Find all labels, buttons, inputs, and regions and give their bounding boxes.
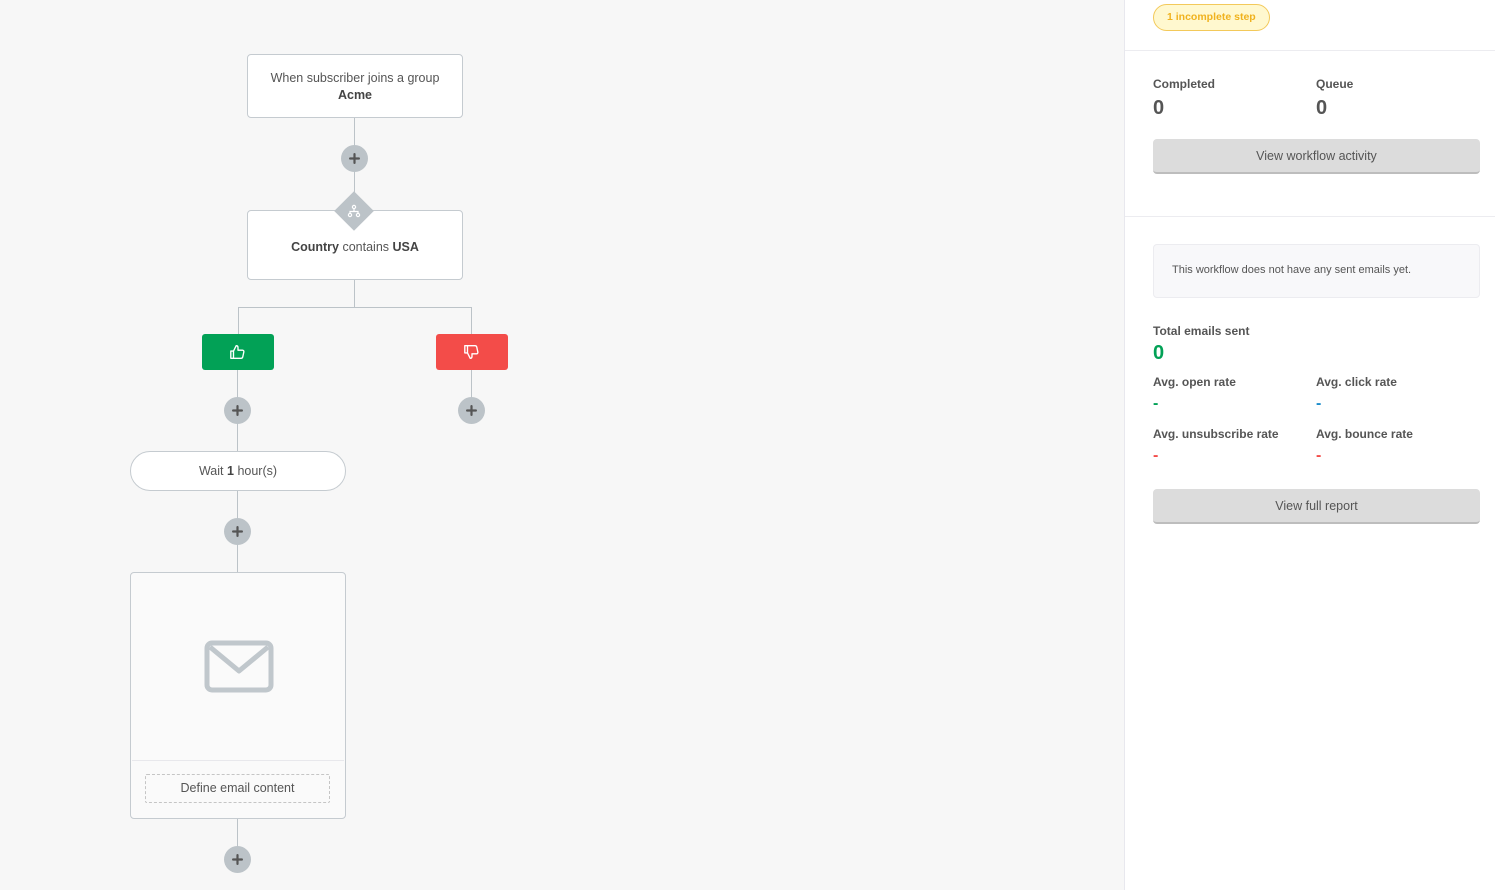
trigger-label: When subscriber joins a group bbox=[270, 71, 440, 85]
plus-icon bbox=[232, 526, 243, 537]
queue-value: 0 bbox=[1316, 97, 1328, 119]
condition-field: Country bbox=[291, 240, 339, 254]
split-icon bbox=[347, 204, 361, 218]
workflow-canvas: When subscriber joins a group Acme Count… bbox=[0, 0, 1124, 890]
delay-node[interactable]: Wait 1 hour(s) bbox=[130, 451, 346, 491]
thumbs-down-icon bbox=[464, 345, 479, 359]
total-sent-label: Total emails sent bbox=[1153, 324, 1250, 338]
incomplete-steps-badge: 1 incomplete step bbox=[1153, 4, 1270, 31]
condition-value: USA bbox=[392, 240, 419, 254]
unsubscribe-rate-value: - bbox=[1153, 447, 1159, 464]
completed-value: 0 bbox=[1153, 97, 1165, 119]
connector-line bbox=[471, 307, 472, 334]
trigger-group: Acme bbox=[337, 88, 373, 102]
total-sent-value: 0 bbox=[1153, 342, 1165, 364]
thumbs-up-icon bbox=[230, 345, 245, 359]
delay-prefix: Wait bbox=[198, 464, 224, 478]
open-rate-label: Avg. open rate bbox=[1153, 375, 1236, 389]
no-emails-notice: This workflow does not have any sent ema… bbox=[1153, 244, 1480, 298]
add-step-button[interactable] bbox=[224, 846, 251, 873]
plus-icon bbox=[349, 153, 360, 164]
divider bbox=[132, 760, 344, 761]
open-rate-value: - bbox=[1153, 395, 1159, 412]
plus-icon bbox=[466, 405, 477, 416]
delay-unit: hour(s) bbox=[237, 464, 278, 478]
add-step-button-no[interactable] bbox=[458, 397, 485, 424]
connector-line bbox=[238, 307, 239, 334]
click-rate-label: Avg. click rate bbox=[1316, 375, 1397, 389]
view-workflow-activity-button[interactable]: View workflow activity bbox=[1153, 139, 1480, 174]
bounce-rate-label: Avg. bounce rate bbox=[1316, 427, 1413, 441]
unsubscribe-rate-stat: Avg. unsubscribe rate - bbox=[1153, 427, 1316, 465]
total-sent-stat: Total emails sent 0 bbox=[1153, 324, 1479, 365]
click-rate-stat: Avg. click rate - bbox=[1316, 375, 1479, 413]
add-step-button[interactable] bbox=[224, 518, 251, 545]
email-node[interactable]: Define email content bbox=[130, 572, 346, 819]
plus-icon bbox=[232, 854, 243, 865]
status-section: 1 incomplete step bbox=[1125, 0, 1495, 51]
connector-line bbox=[354, 279, 355, 307]
completed-stat: Completed 0 bbox=[1153, 77, 1316, 120]
workflow-summary-panel: 1 incomplete step Completed 0 Queue 0 Vi… bbox=[1124, 0, 1495, 890]
condition-operator: contains bbox=[342, 240, 390, 254]
delay-amount: 1 bbox=[227, 464, 234, 478]
completed-label: Completed bbox=[1153, 77, 1216, 91]
bounce-rate-value: - bbox=[1316, 447, 1322, 464]
unsubscribe-rate-label: Avg. unsubscribe rate bbox=[1153, 427, 1279, 441]
bounce-rate-stat: Avg. bounce rate - bbox=[1316, 427, 1479, 465]
plus-icon bbox=[232, 405, 243, 416]
no-branch[interactable] bbox=[436, 334, 508, 370]
envelope-icon bbox=[204, 640, 274, 693]
connector-line bbox=[237, 818, 238, 848]
trigger-node[interactable]: When subscriber joins a group Acme bbox=[247, 54, 463, 118]
connector-line bbox=[238, 307, 472, 308]
add-step-button[interactable] bbox=[341, 145, 368, 172]
add-step-button-yes[interactable] bbox=[224, 397, 251, 424]
activity-section: Completed 0 Queue 0 View workflow activi… bbox=[1125, 51, 1495, 217]
click-rate-value: - bbox=[1316, 395, 1322, 412]
yes-branch[interactable] bbox=[202, 334, 274, 370]
view-full-report-button[interactable]: View full report bbox=[1153, 489, 1480, 524]
define-email-content-button[interactable]: Define email content bbox=[145, 774, 330, 803]
email-stats-section: This workflow does not have any sent ema… bbox=[1125, 217, 1495, 524]
queue-label: Queue bbox=[1316, 77, 1354, 91]
connector-line bbox=[471, 370, 472, 400]
open-rate-stat: Avg. open rate - bbox=[1153, 375, 1316, 413]
queue-stat: Queue 0 bbox=[1316, 77, 1479, 120]
